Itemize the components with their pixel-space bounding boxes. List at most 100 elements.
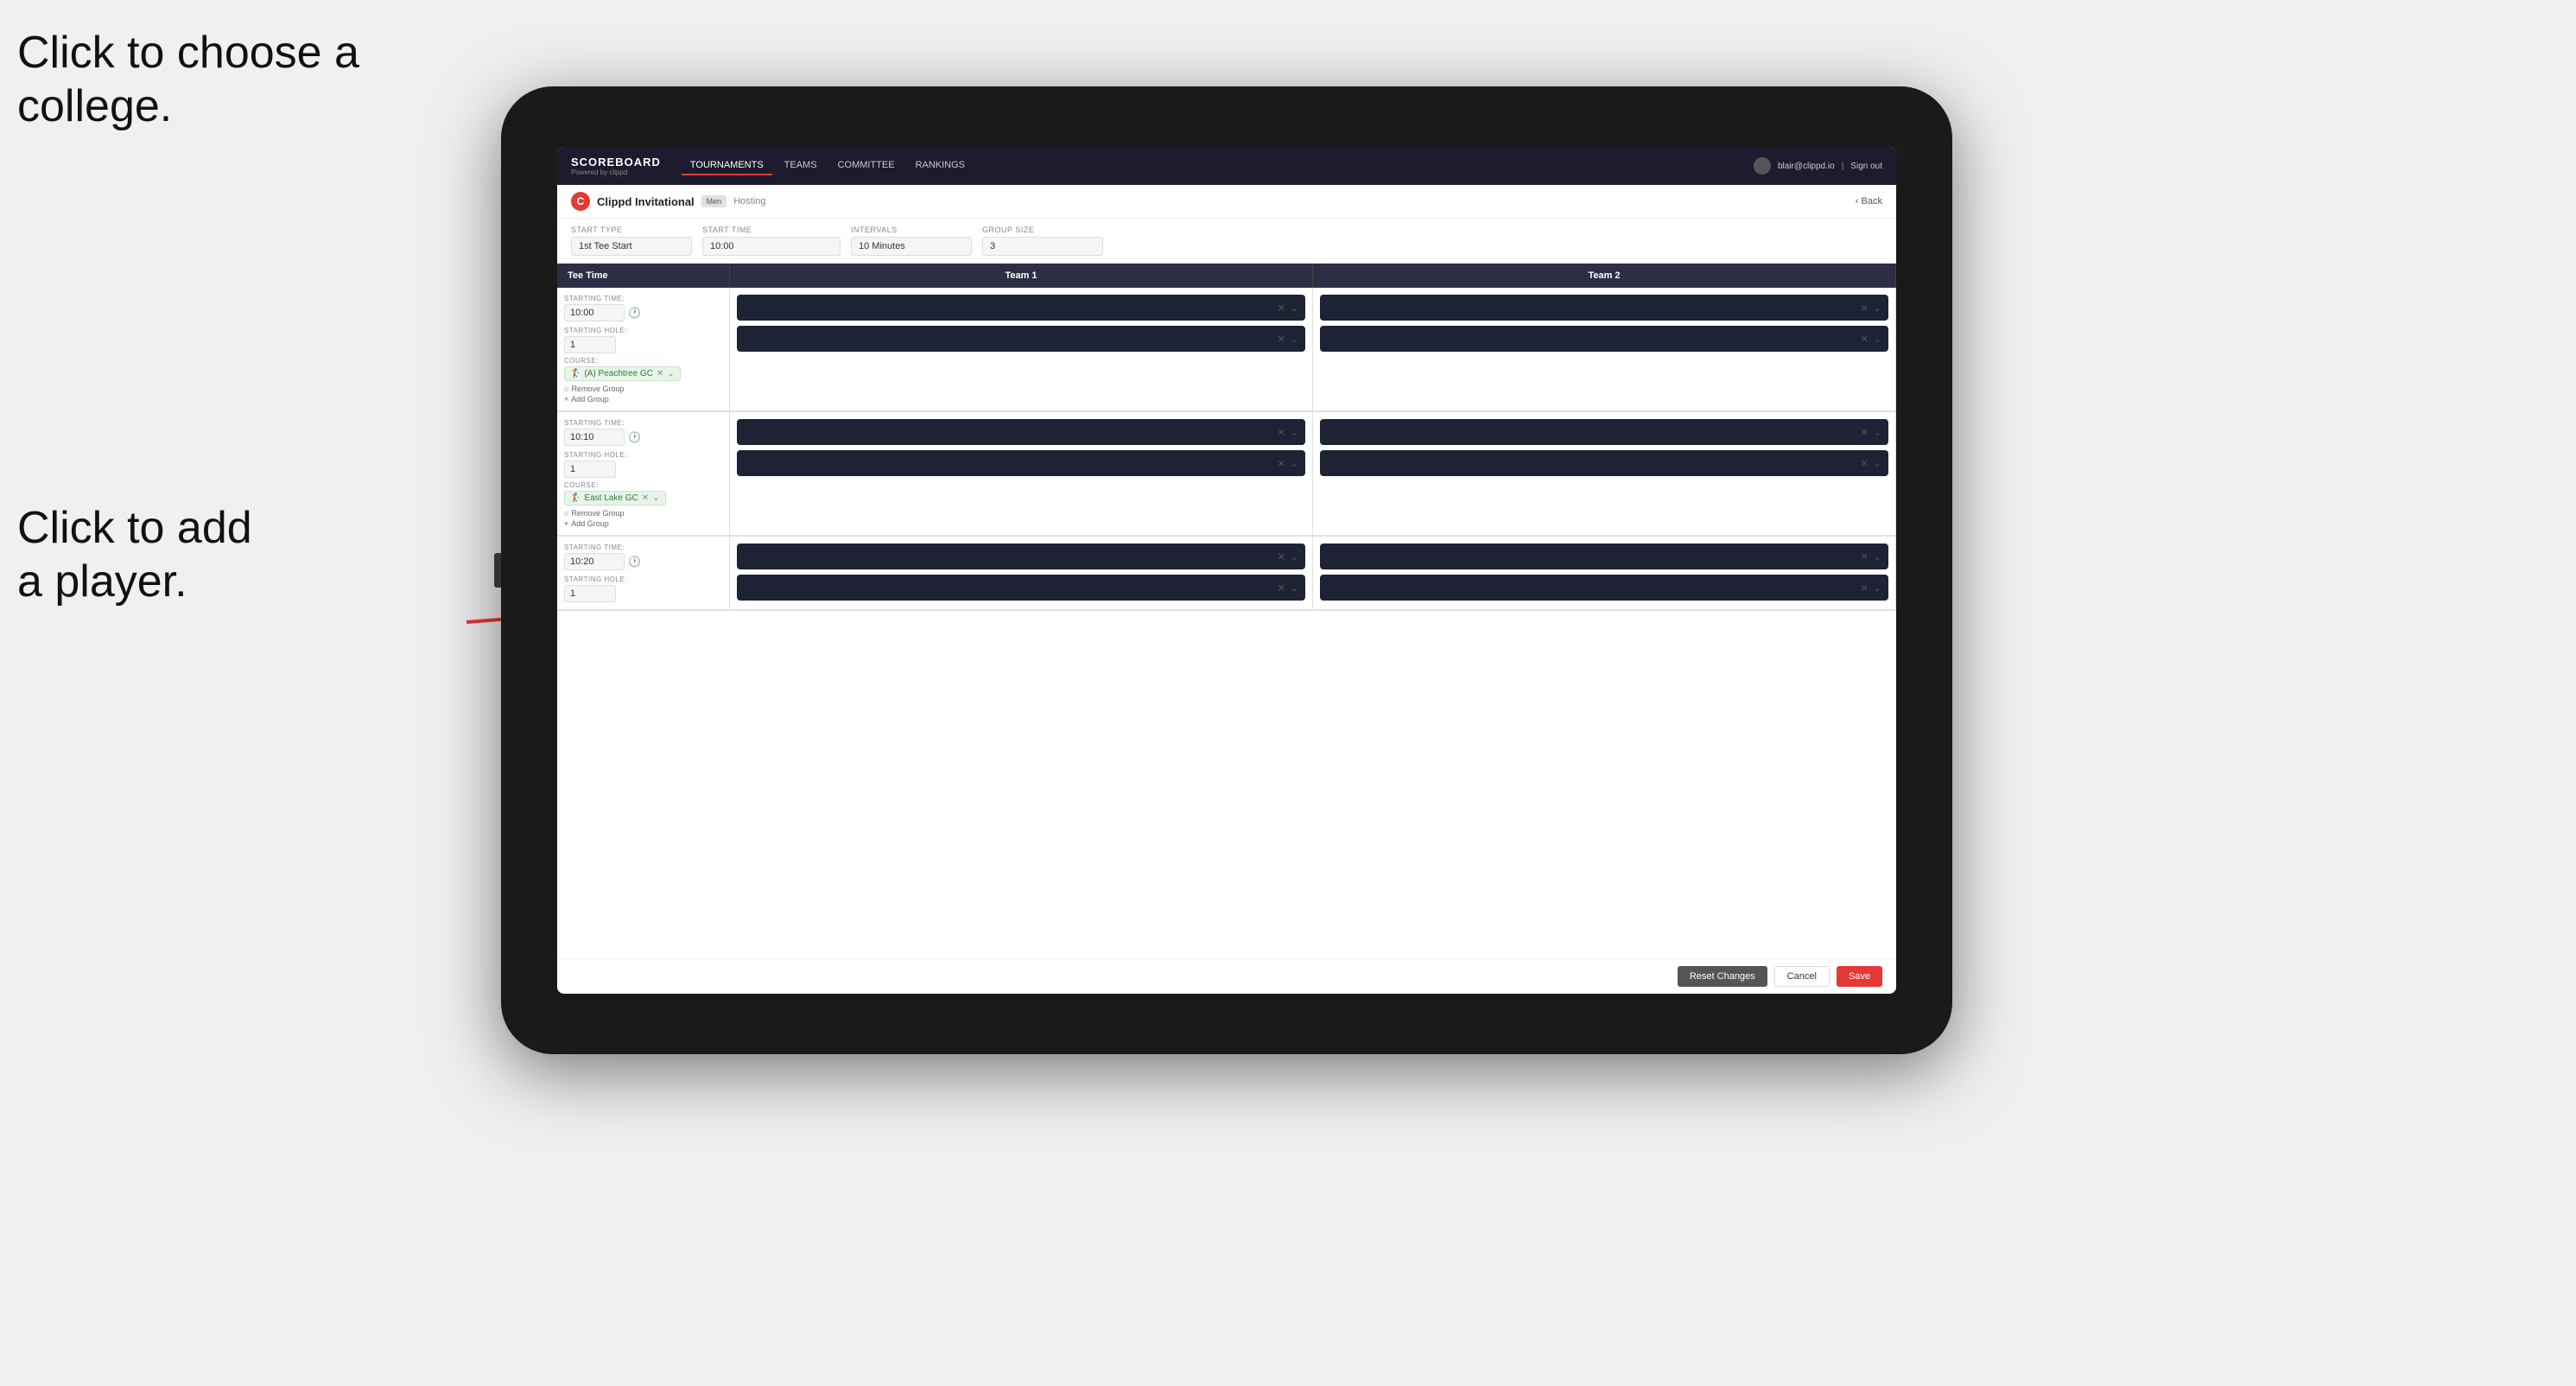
table-row: STARTING TIME: 🕐 STARTING HOLE: COURSE: … xyxy=(557,288,1896,412)
tablet-sidebar-button[interactable] xyxy=(494,553,501,588)
intervals-label: Intervals xyxy=(851,226,972,234)
player-slot-chevron-5-2[interactable]: ⌄ xyxy=(1291,582,1298,594)
time-input-3[interactable] xyxy=(564,553,625,570)
time-input-row-1: 🕐 xyxy=(564,304,722,321)
form-group-intervals: Intervals 10 Minutes xyxy=(851,226,972,256)
player-slot-4-1[interactable]: ✕ ⌄ xyxy=(1320,419,1888,445)
player-slot-x-1-1[interactable]: ✕ xyxy=(1278,302,1285,314)
sub-header-left: C Clippd Invitational Men Hosting xyxy=(571,192,765,211)
tee-time-cell-2: STARTING TIME: 🕐 STARTING HOLE: COURSE: … xyxy=(557,412,730,535)
remove-icon-1: ○ xyxy=(564,385,568,393)
form-row: Start Type 1st Tee Start Start Time Inte… xyxy=(557,219,1896,264)
player-slot-2-1[interactable]: ✕ ⌄ xyxy=(1320,295,1888,321)
hole-input-1[interactable] xyxy=(564,336,616,353)
nav-rankings[interactable]: RANKINGS xyxy=(907,156,974,175)
add-icon-1: + xyxy=(564,395,568,404)
course-name-1: (A) Peachtree GC xyxy=(584,369,652,378)
player-slot-chevron-3-1[interactable]: ⌄ xyxy=(1291,427,1298,438)
player-slot-x-5-2[interactable]: ✕ xyxy=(1278,582,1285,594)
nav-teams[interactable]: TEAMS xyxy=(776,156,826,175)
player-slot-x-2-1[interactable]: ✕ xyxy=(1861,302,1869,314)
nav-links: TOURNAMENTS TEAMS COMMITTEE RANKINGS xyxy=(682,156,1754,175)
annotation-add-player: Click to add a player. xyxy=(17,501,252,609)
start-type-label: Start Type xyxy=(571,226,692,234)
group-size-select[interactable]: 3 xyxy=(982,237,1103,256)
player-slot-x-6-2[interactable]: ✕ xyxy=(1861,582,1869,594)
player-slot-x-5-1[interactable]: ✕ xyxy=(1278,551,1285,563)
nav-committee[interactable]: COMMITTEE xyxy=(829,156,904,175)
player-slot-chevron-2-1[interactable]: ⌄ xyxy=(1874,302,1881,314)
team1-col-1: ✕ ⌄ ✕ ⌄ xyxy=(730,288,1313,410)
player-slot-x-2-2[interactable]: ✕ xyxy=(1861,334,1869,345)
player-slot-1-1[interactable]: ✕ ⌄ xyxy=(737,295,1305,321)
team1-col-3: ✕ ⌄ ✕ ⌄ xyxy=(730,537,1313,609)
player-slot-chevron-1-2[interactable]: ⌄ xyxy=(1291,334,1298,345)
sign-out-link[interactable]: Sign out xyxy=(1850,162,1882,171)
time-input-2[interactable] xyxy=(564,429,625,446)
remove-group-btn-1[interactable]: ○ Remove Group xyxy=(564,385,722,393)
course-icon-1: 🏌 xyxy=(570,369,581,378)
player-slot-x-4-1[interactable]: ✕ xyxy=(1861,427,1869,438)
cancel-button[interactable]: Cancel xyxy=(1774,966,1830,987)
reset-changes-button[interactable]: Reset Changes xyxy=(1678,966,1767,987)
team2-col-3: ✕ ⌄ ✕ ⌄ xyxy=(1313,537,1896,609)
hole-input-3[interactable] xyxy=(564,585,616,602)
time-input-1[interactable] xyxy=(564,304,625,321)
player-slot-4-2[interactable]: ✕ ⌄ xyxy=(1320,450,1888,476)
back-button[interactable]: ‹ Back xyxy=(1856,196,1882,207)
start-time-label: Start Time xyxy=(702,226,841,234)
save-button[interactable]: Save xyxy=(1837,966,1882,987)
player-slot-6-2[interactable]: ✕ ⌄ xyxy=(1320,575,1888,601)
form-group-start-time: Start Time xyxy=(702,226,841,256)
player-slot-chevron-2-2[interactable]: ⌄ xyxy=(1874,334,1881,345)
player-slot-x-1-2[interactable]: ✕ xyxy=(1278,334,1285,345)
player-slot-2-2[interactable]: ✕ ⌄ xyxy=(1320,326,1888,352)
player-slot-3-2[interactable]: ✕ ⌄ xyxy=(737,450,1305,476)
clock-icon-1: 🕐 xyxy=(628,307,641,319)
player-slot-x-3-2[interactable]: ✕ xyxy=(1278,458,1285,469)
course-tag-remove-1[interactable]: ✕ xyxy=(657,369,663,378)
starting-time-label-1: STARTING TIME: xyxy=(564,295,722,302)
tablet-frame: SCOREBOARD Powered by clippd TOURNAMENTS… xyxy=(501,86,1952,1054)
player-slot-3-1[interactable]: ✕ ⌄ xyxy=(737,419,1305,445)
course-tag-1[interactable]: 🏌 (A) Peachtree GC ✕ ⌄ xyxy=(564,366,681,381)
player-slot-chevron-3-2[interactable]: ⌄ xyxy=(1291,458,1298,469)
add-group-btn-2[interactable]: + Add Group xyxy=(564,519,722,528)
group-size-label: Group Size xyxy=(982,226,1103,234)
course-label-1: COURSE: xyxy=(564,357,722,365)
remove-group-btn-2[interactable]: ○ Remove Group xyxy=(564,509,722,518)
player-slot-5-1[interactable]: ✕ ⌄ xyxy=(737,544,1305,569)
starting-time-label-2: STARTING TIME: xyxy=(564,419,722,427)
player-slot-chevron-4-1[interactable]: ⌄ xyxy=(1874,427,1881,438)
course-tag-remove-2[interactable]: ✕ xyxy=(642,493,649,503)
nav-tournaments[interactable]: TOURNAMENTS xyxy=(682,156,772,175)
group-actions-1: ○ Remove Group + Add Group xyxy=(564,385,722,404)
player-slot-x-6-1[interactable]: ✕ xyxy=(1861,551,1869,563)
course-tag-chevron-2[interactable]: ⌄ xyxy=(652,493,659,503)
player-slot-chevron-5-1[interactable]: ⌄ xyxy=(1291,551,1298,563)
nav-user-email: blair@clippd.io xyxy=(1778,162,1835,171)
hole-input-2[interactable] xyxy=(564,461,616,478)
start-type-select[interactable]: 1st Tee Start xyxy=(571,237,692,256)
player-slot-6-1[interactable]: ✕ ⌄ xyxy=(1320,544,1888,569)
player-slot-5-2[interactable]: ✕ ⌄ xyxy=(737,575,1305,601)
annotation-choose-college: Click to choose a college. xyxy=(17,26,359,134)
player-slot-chevron-4-2[interactable]: ⌄ xyxy=(1874,458,1881,469)
course-tag-chevron-1[interactable]: ⌄ xyxy=(667,369,674,378)
time-input-row-3: 🕐 xyxy=(564,553,722,570)
player-slot-1-2[interactable]: ✕ ⌄ xyxy=(737,326,1305,352)
hosting-label: Hosting xyxy=(733,196,765,207)
intervals-select[interactable]: 10 Minutes xyxy=(851,237,972,256)
player-slot-chevron-1-1[interactable]: ⌄ xyxy=(1291,302,1298,314)
course-tag-2[interactable]: 🏌 East Lake GC ✕ ⌄ xyxy=(564,491,666,505)
player-slot-chevron-6-2[interactable]: ⌄ xyxy=(1874,582,1881,594)
starting-time-label-3: STARTING TIME: xyxy=(564,544,722,551)
add-group-btn-1[interactable]: + Add Group xyxy=(564,395,722,404)
starting-hole-label-2: STARTING HOLE: xyxy=(564,451,722,459)
tee-time-cell-3: STARTING TIME: 🕐 STARTING HOLE: xyxy=(557,537,730,609)
player-slot-x-3-1[interactable]: ✕ xyxy=(1278,427,1285,438)
start-time-input[interactable] xyxy=(702,237,841,256)
col-team2: Team 2 xyxy=(1313,264,1896,288)
player-slot-chevron-6-1[interactable]: ⌄ xyxy=(1874,551,1881,563)
player-slot-x-4-2[interactable]: ✕ xyxy=(1861,458,1869,469)
